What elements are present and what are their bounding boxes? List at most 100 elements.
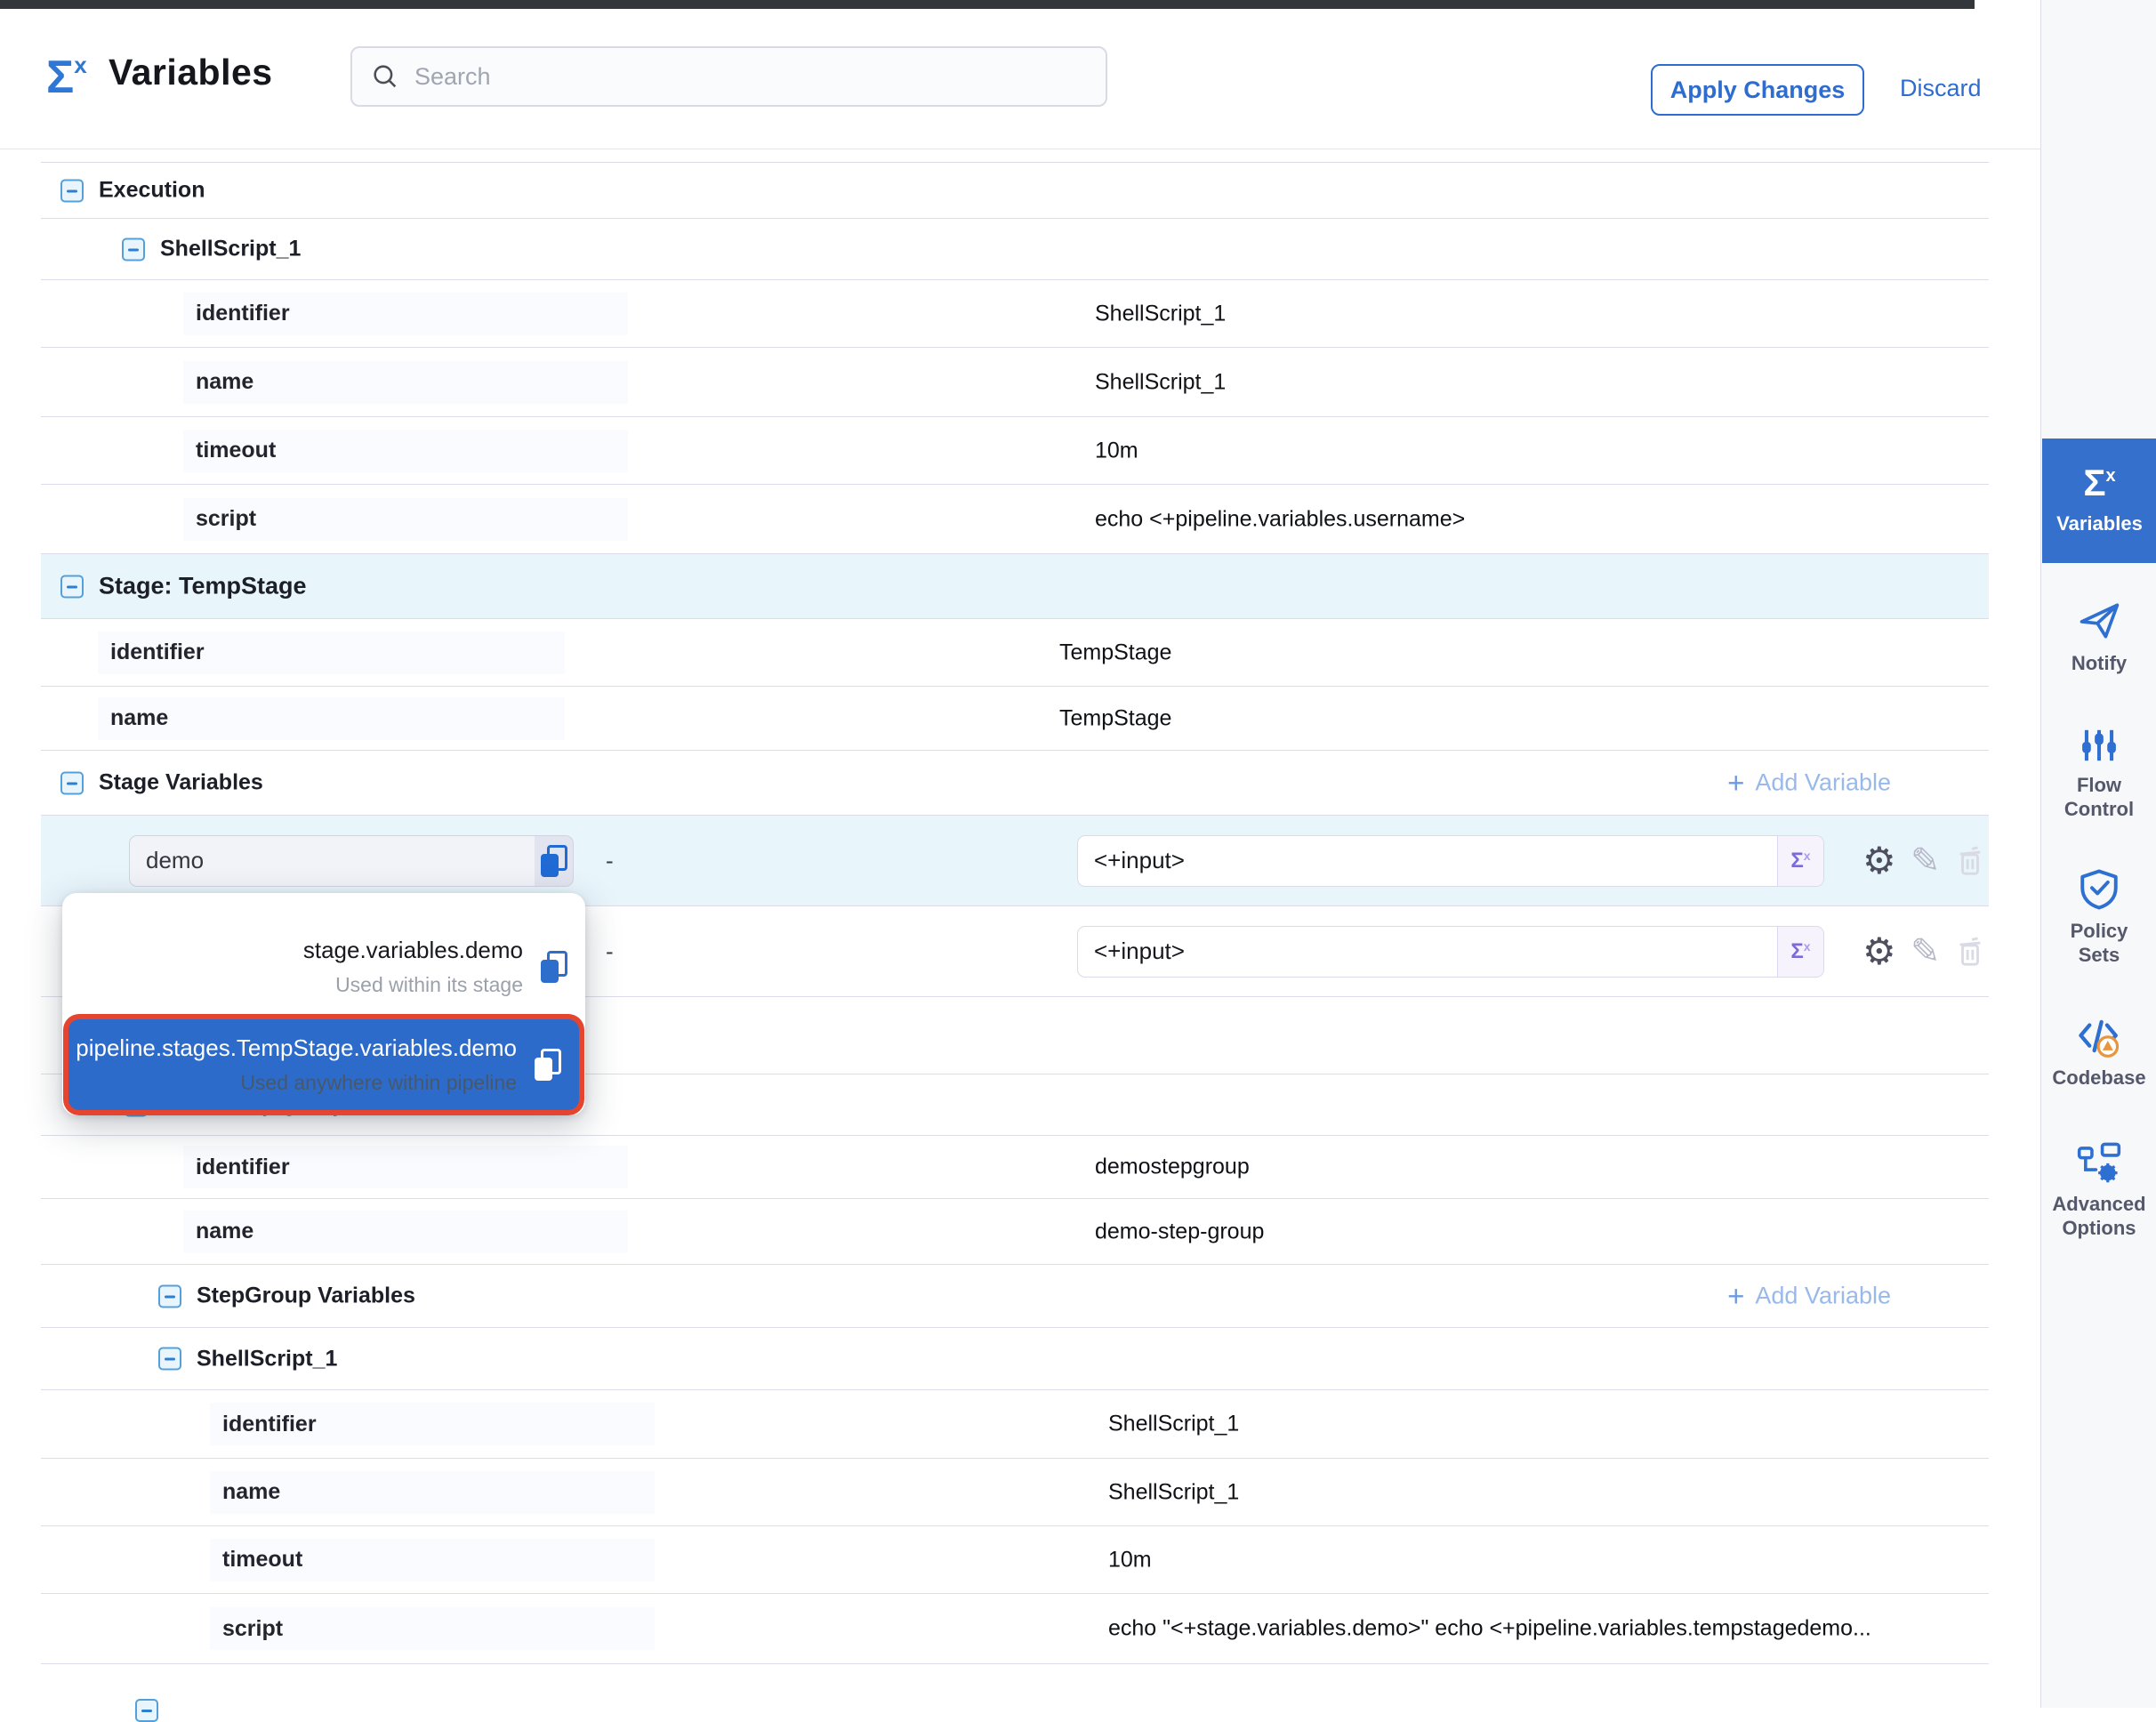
field-label: identifier [222,1412,317,1437]
sidebar-item-advanced-options[interactable]: AdvancedOptions [2041,1140,2156,1240]
tree-label: Stage Variables [99,770,263,796]
sidebar-item-flow-control[interactable]: FlowControl [2041,725,2156,821]
variable-edit-icon[interactable]: ✎ [1911,931,1941,972]
field-label: identifier [196,1155,290,1180]
field-row: identifier ShellScript_1 [41,1390,1989,1459]
field-row: identifier demostepgroup [41,1136,1989,1199]
search-input[interactable] [414,63,1088,91]
add-variable-button[interactable]: +Add Variable [1727,769,1891,797]
field-value: 10m [1095,438,1138,463]
tree-label: Stage: TempStage [99,573,307,600]
field-value: ShellScript_1 [1095,301,1226,326]
variables-sigma-icon: Σx [46,52,87,101]
variable-delete-icon[interactable] [1955,843,1985,879]
sidebar-item-notify[interactable]: Notify [2041,598,2156,675]
field-value: demostepgroup [1095,1155,1250,1180]
variable-delete-icon[interactable] [1955,934,1985,970]
expression-scope: Used within its stage [303,973,523,997]
field-value: echo "<+stage.variables.demo>" echo <+pi… [1108,1616,1871,1642]
tree-row-stage: Stage: TempStage [41,554,1989,619]
variable-name-value[interactable]: demo [129,835,535,887]
field-label: name [196,1219,253,1244]
expression-path: pipeline.stages.TempStage.variables.demo [76,1034,517,1062]
shield-check-icon [2041,867,2156,912]
expression-popover: stage.variables.demo Used within its sta… [62,893,585,1115]
runtime-input-toggle[interactable]: Σx [1777,927,1823,977]
field-row: script echo <+pipeline.variables.usernam… [41,485,1989,554]
field-label: timeout [222,1547,302,1573]
field-value: TempStage [1059,705,1171,731]
right-sidebar: Σx Variables Notify FlowControl PolicySe… [2040,0,2156,1708]
field-row: identifier TempStage [41,619,1989,687]
tree-row-sg-shellscript: ShellScript_1 [41,1328,1989,1390]
field-row: timeout 10m [41,417,1989,485]
paper-plane-icon [2041,598,2156,644]
field-row: name TempStage [41,687,1989,751]
code-warning-icon [2041,1014,2156,1058]
field-value: 10m [1108,1547,1152,1573]
variable-name-input[interactable]: demo [129,835,574,887]
field-label: script [222,1616,283,1642]
variable-edit-icon[interactable]: ✎ [1911,841,1941,881]
add-variable-button[interactable]: +Add Variable [1727,1283,1891,1310]
copy-icon[interactable] [541,951,567,983]
variable-settings-icon[interactable]: ⚙ [1862,842,1896,880]
variable-settings-icon[interactable]: ⚙ [1862,933,1896,970]
copy-button[interactable] [535,835,574,887]
field-row: identifier ShellScript_1 [41,280,1989,348]
sidebar-item-policy-sets[interactable]: PolicySets [2041,867,2156,967]
sidebar-item-variables[interactable]: Σx Variables [2042,439,2156,563]
tree-label: ShellScript_1 [160,237,301,262]
expression-option-pipeline-selected[interactable]: pipeline.stages.TempStage.variables.demo… [68,1019,579,1110]
copy-icon[interactable] [535,1049,561,1081]
runtime-input-toggle[interactable]: Σx [1777,836,1823,886]
expression-option-stage[interactable]: stage.variables.demo Used within its sta… [62,918,585,1016]
tree-row-execution: Execution [41,163,1989,219]
field-value: ShellScript_1 [1108,1412,1239,1437]
tree-row-stepgroup-variables: StepGroup Variables +Add Variable [41,1265,1989,1328]
hierarchy-gear-icon [2041,1140,2156,1185]
collapse-icon[interactable] [60,771,84,794]
variable-dash: - [606,937,614,965]
window-top-strip [0,0,1975,9]
field-label: name [222,1479,280,1505]
sidebar-item-codebase[interactable]: Codebase [2041,1014,2156,1090]
expression-scope: Used anywhere within pipeline [76,1071,517,1095]
field-value: demo-step-group [1095,1219,1264,1244]
field-row: name ShellScript_1 [41,1459,1989,1526]
expression-path: stage.variables.demo [303,937,523,964]
collapse-icon[interactable] [122,237,145,261]
variable-value-text[interactable]: <+input> [1078,927,1777,977]
collapse-icon[interactable] [60,179,84,202]
field-value: echo <+pipeline.variables.username> [1095,506,1465,532]
search-box[interactable] [350,46,1107,107]
page-title: Variables [109,52,273,93]
plus-icon: + [1727,769,1744,796]
collapse-icon[interactable] [60,575,84,598]
field-label: name [196,369,253,395]
copy-icon [541,845,567,877]
apply-changes-button[interactable]: Apply Changes [1651,64,1864,116]
discard-button[interactable]: Discard [1900,75,1982,102]
field-row: timeout 10m [41,1526,1989,1594]
search-icon [370,61,400,92]
plus-icon: + [1727,1283,1744,1309]
variable-value-input[interactable]: <+input> Σx [1077,835,1824,887]
field-row: script echo "<+stage.variables.demo>" ec… [41,1594,1989,1664]
tree-row-stage-variables: Stage Variables +Add Variable [41,751,1989,816]
tree-row-shellscript1: ShellScript_1 [41,219,1989,280]
collapse-icon[interactable] [158,1348,181,1371]
field-label: script [196,506,256,532]
collapse-icon[interactable] [135,1699,158,1722]
variable-value-input[interactable]: <+input> Σx [1077,926,1824,978]
partial-row [41,1664,1989,1687]
collapse-icon[interactable] [158,1284,181,1308]
tree-label: StepGroup Variables [197,1283,415,1309]
field-label: name [110,705,168,731]
field-label: timeout [196,438,276,463]
variable-value-text[interactable]: <+input> [1078,836,1777,886]
field-value: ShellScript_1 [1095,369,1226,395]
tree-label: ShellScript_1 [197,1346,337,1372]
header: Σx Variables Apply Changes Discard [0,9,2040,149]
sigma-x-icon: Σx [2042,462,2156,504]
